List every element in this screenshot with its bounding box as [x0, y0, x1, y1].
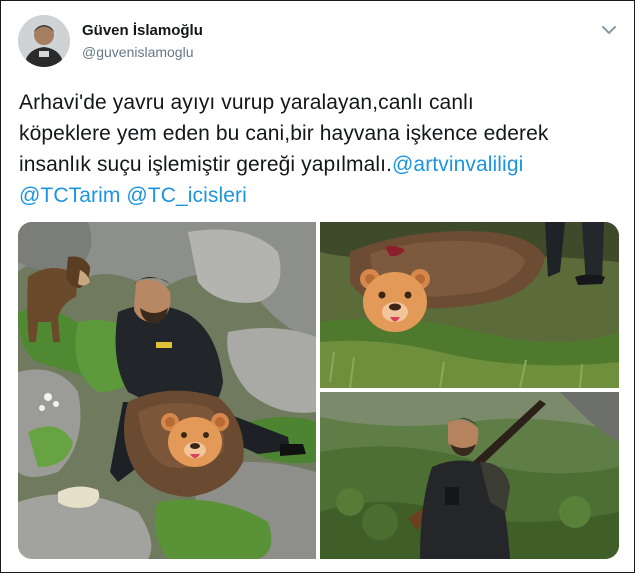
- tweet-line: Arhavi'de yavru ayıyı vurup yaralayan,ca…: [19, 91, 474, 114]
- tweet-line: @TCTarim @TC_icisleri: [19, 180, 624, 211]
- mention-link[interactable]: @artvinvaliligi: [392, 153, 523, 176]
- author-avatar[interactable]: [18, 15, 70, 67]
- author-name[interactable]: Güven İslamoğlu: [82, 22, 203, 39]
- photo-man-with-rifle[interactable]: [320, 392, 619, 559]
- author-handle[interactable]: @guvenislamoglu: [82, 44, 194, 60]
- tweet-line: köpeklere yem eden bu cani,bir hayvana i…: [19, 122, 549, 145]
- tweet-line: insanlık suçu işlemiştir gereği yapılmal…: [19, 149, 624, 180]
- mention-link[interactable]: @TC_icisleri: [126, 184, 247, 207]
- media-grid: [18, 222, 619, 559]
- photo-bear-cub-lying[interactable]: [320, 222, 619, 388]
- mention-link[interactable]: @TCTarim: [19, 184, 120, 207]
- chevron-down-icon[interactable]: [600, 21, 618, 39]
- tweet-header: Güven İslamoğlu @guvenislamoglu: [18, 15, 618, 69]
- tweet-card: Güven İslamoğlu @guvenislamoglu Arhavi'd…: [0, 0, 635, 573]
- avatar-image: [18, 15, 70, 67]
- tweet-line-text: insanlık suçu işlemiştir gereği yapılmal…: [19, 153, 393, 176]
- tweet-text: Arhavi'de yavru ayıyı vurup yaralayan,ca…: [19, 87, 624, 211]
- photo-man-with-bear-cub[interactable]: [18, 222, 316, 559]
